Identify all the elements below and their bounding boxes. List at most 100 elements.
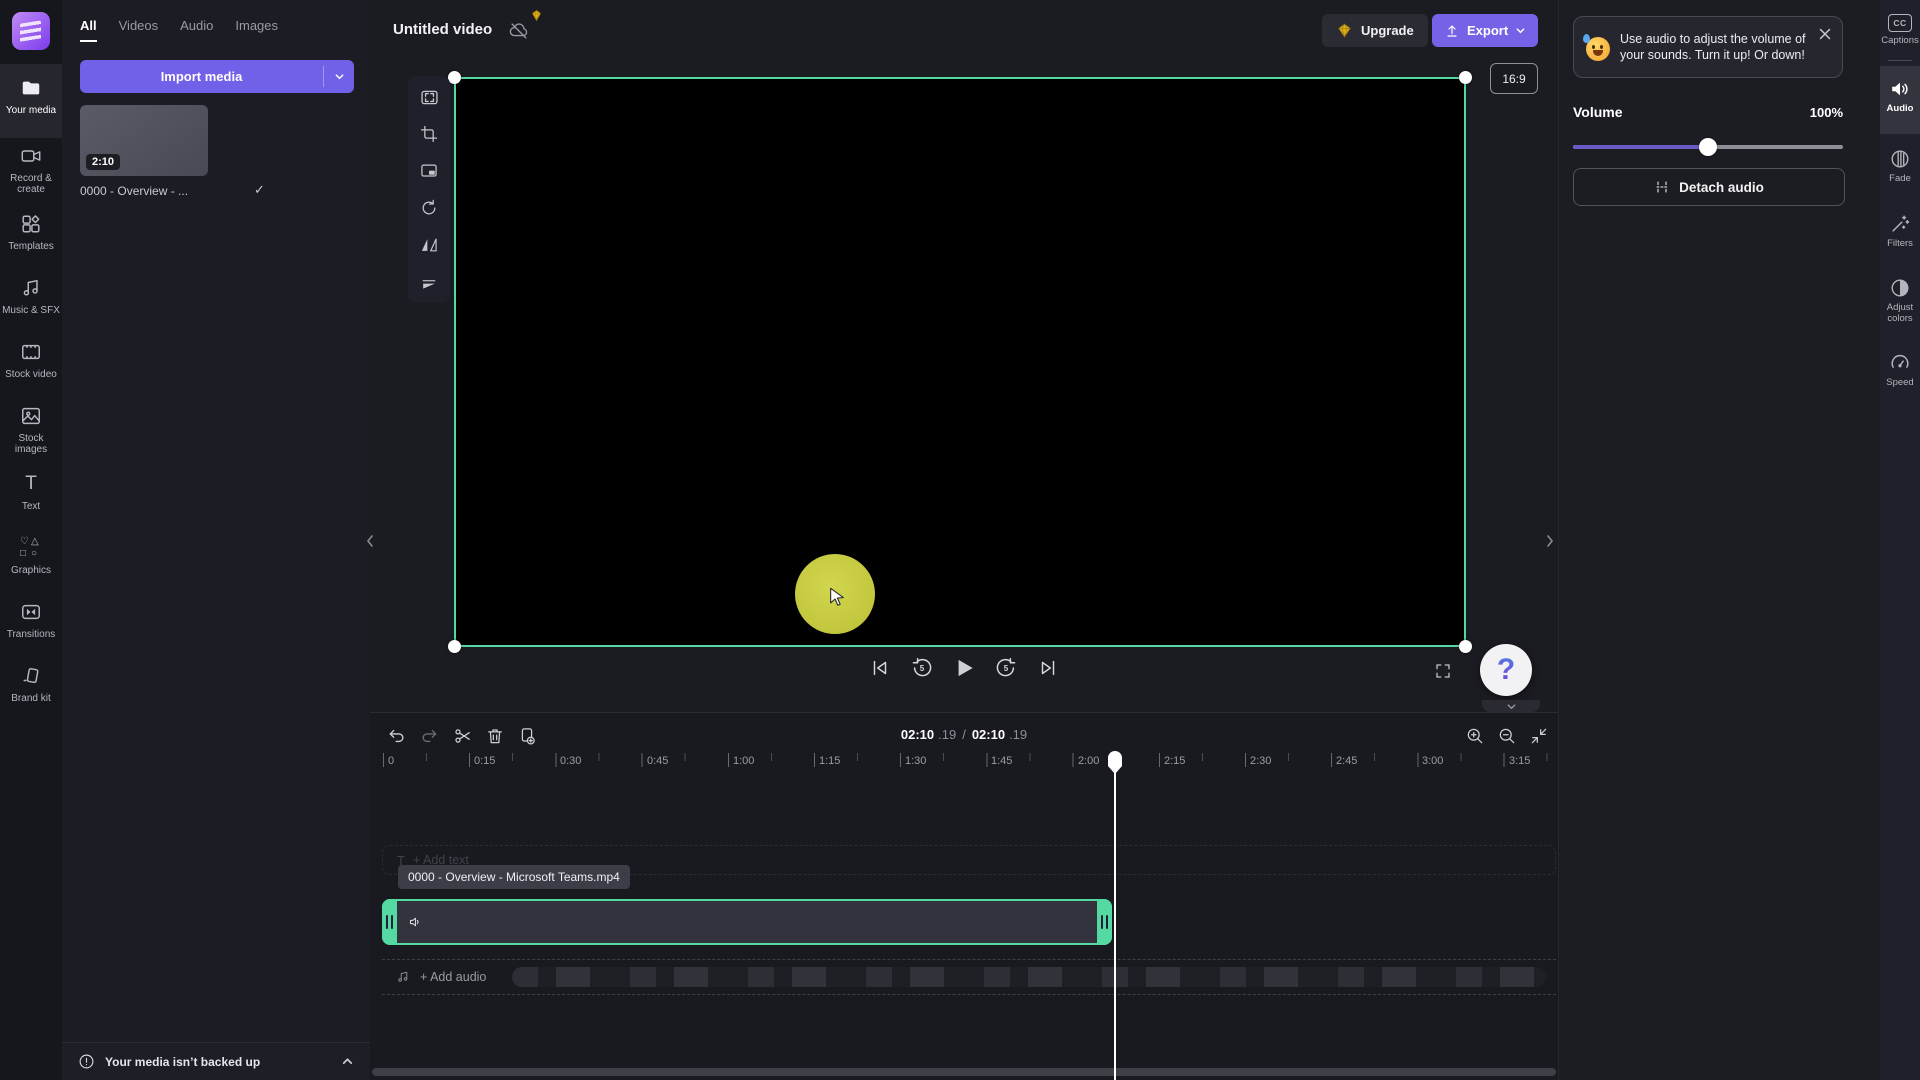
sidebar-item-templates[interactable]: Templates [0, 212, 62, 252]
chevron-up-icon[interactable] [341, 1055, 354, 1068]
timeline-clip[interactable] [382, 899, 1112, 945]
clipchamp-logo-icon[interactable] [12, 12, 50, 50]
transitions-icon [20, 600, 42, 624]
flip-vertical-icon[interactable] [416, 269, 442, 295]
fullscreen-icon[interactable] [1434, 662, 1452, 680]
ruler-label: 2:00 [1078, 755, 1099, 767]
slider-thumb[interactable] [1699, 138, 1717, 156]
audio-tooltip-card: Use audio to adjust the volume of your s… [1573, 16, 1843, 78]
sidebar-label: Brand kit [11, 693, 50, 704]
trim-handle-left[interactable] [382, 899, 397, 945]
clipchamp-editor: Your media Record & create Templates Mus… [0, 0, 1920, 1080]
tab-audio[interactable]: Audio [180, 18, 213, 40]
sidebar-label: Transitions [7, 629, 56, 640]
sidebar-item-record-create[interactable]: Record & create [0, 144, 62, 195]
resize-handle-bottom-right[interactable] [1459, 640, 1472, 653]
ruler-label: 1:30 [905, 755, 926, 767]
fill-fit-icon[interactable] [416, 84, 442, 110]
upgrade-button[interactable]: Upgrade [1322, 14, 1428, 47]
transport-controls: 5 5 [370, 655, 1558, 681]
trim-handle-right[interactable] [1097, 899, 1112, 945]
import-media-button[interactable]: Import media [80, 60, 354, 93]
resize-handle-top-right[interactable] [1459, 71, 1472, 84]
sidebar-item-transitions[interactable]: Transitions [0, 600, 62, 640]
seek-seconds-label: 5 [909, 655, 935, 681]
ruler-label: 0 [388, 755, 394, 767]
timeline-scrollbar[interactable] [372, 1068, 1556, 1076]
zoom-out-icon[interactable] [1494, 723, 1520, 749]
play-button[interactable] [951, 655, 977, 681]
adjust-colors-icon [1889, 277, 1911, 299]
collapse-left-panel-handle[interactable] [362, 526, 378, 556]
skip-to-end-button[interactable] [1035, 655, 1061, 681]
seek-seconds-label: 5 [993, 655, 1019, 681]
tool-item-adjust-colors[interactable]: Adjust colors [1880, 277, 1920, 324]
import-options-button[interactable] [324, 60, 354, 93]
music-note-icon [20, 276, 42, 300]
sidebar-item-your-media[interactable]: Your media [0, 76, 62, 116]
sidebar-item-brand-kit[interactable]: Brand kit [0, 664, 62, 704]
picture-in-picture-icon[interactable] [416, 158, 442, 184]
volume-label: Volume [1573, 104, 1623, 120]
tab-all[interactable]: All [80, 18, 97, 42]
project-title[interactable]: Untitled video [393, 21, 492, 38]
media-item-thumbnail[interactable]: 2:10 [80, 105, 208, 176]
skip-to-start-button[interactable] [867, 655, 893, 681]
sidebar-item-music-sfx[interactable]: Music & SFX [0, 276, 62, 316]
rotate-icon[interactable] [416, 195, 442, 221]
magic-wand-icon [1889, 213, 1911, 235]
sidebar-item-stock-video[interactable]: Stock video [0, 340, 62, 380]
resize-handle-bottom-left[interactable] [448, 640, 461, 653]
canvas-toolbar [408, 76, 450, 303]
backup-notice-bar[interactable]: Your media isn’t backed up [62, 1042, 370, 1080]
sidebar-label: Stock video [5, 369, 57, 380]
warning-icon [78, 1053, 95, 1070]
tool-item-filters[interactable]: Filters [1880, 213, 1920, 250]
folder-icon [20, 76, 42, 100]
crop-icon[interactable] [416, 121, 442, 147]
fade-icon [1889, 148, 1911, 170]
time-display: 02:10.19 / 02:10.19 [370, 727, 1558, 742]
sidebar-item-text[interactable]: T Text [0, 472, 62, 512]
tool-item-captions[interactable]: CC Captions [1880, 14, 1920, 47]
tool-item-audio[interactable]: Audio [1880, 78, 1920, 115]
aspect-ratio-badge[interactable]: 16:9 [1490, 63, 1538, 94]
expand-right-panel-handle[interactable] [1542, 526, 1558, 556]
tool-label: Fade [1889, 174, 1911, 185]
tool-item-fade[interactable]: Fade [1880, 148, 1920, 185]
media-tabs: All Videos Audio Images [80, 18, 278, 42]
speed-gauge-icon [1889, 352, 1911, 374]
tab-videos[interactable]: Videos [119, 18, 159, 40]
speaker-icon [1889, 78, 1911, 100]
help-button[interactable]: ? [1480, 644, 1532, 696]
tab-images[interactable]: Images [235, 18, 278, 40]
collapse-preview-tab[interactable] [1482, 700, 1540, 712]
sidebar-label: Graphics [11, 565, 51, 576]
sidebar-item-graphics[interactable]: ♡△□○ Graphics [0, 536, 62, 576]
add-audio-track[interactable]: + Add audio [382, 959, 1556, 995]
playhead-handle[interactable] [1108, 751, 1122, 767]
detach-audio-button[interactable]: Detach audio [1573, 168, 1845, 206]
sidebar-item-stock-images[interactable]: Stock images [0, 404, 62, 455]
forward-5s-button[interactable]: 5 [993, 655, 1019, 681]
playhead-line[interactable] [1114, 753, 1116, 1080]
ruler-label: 1:00 [733, 755, 754, 767]
flip-horizontal-icon[interactable] [416, 232, 442, 258]
rewind-5s-button[interactable]: 5 [909, 655, 935, 681]
detach-audio-label: Detach audio [1679, 180, 1764, 195]
clip-filename-label: 0000 - Overview - Microsoft Teams.mp4 [398, 865, 630, 889]
export-button[interactable]: Export [1432, 14, 1538, 47]
film-strip-icon [20, 340, 42, 364]
ruler-label: 2:15 [1164, 755, 1185, 767]
zoom-in-icon[interactable] [1462, 723, 1488, 749]
collapse-timeline-icon[interactable] [1526, 723, 1552, 749]
import-media-label: Import media [80, 60, 323, 93]
volume-slider[interactable] [1573, 138, 1843, 156]
close-icon[interactable] [1818, 27, 1832, 41]
video-canvas[interactable] [454, 77, 1466, 647]
audio-waveform [512, 967, 1546, 987]
tool-item-speed[interactable]: Speed [1880, 352, 1920, 389]
ruler-label: 3:15 [1509, 755, 1530, 767]
sidebar-label: Music & SFX [2, 305, 60, 316]
ruler-label: 2:30 [1250, 755, 1271, 767]
